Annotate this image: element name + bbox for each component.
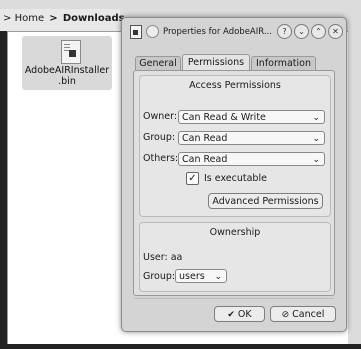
executable-label[interactable]: Is executable [204,173,267,184]
ownership-title: Ownership [209,227,261,238]
checkmark-icon: ✓ [188,173,197,184]
dialog-title: Properties for AdobeAIR... [163,27,272,37]
breadcrumb-separator: > [49,13,58,24]
close-button[interactable]: ✕ [328,24,343,39]
window-edge [0,31,7,349]
properties-dialog: Properties for AdobeAIR... ? ⌄ ⌃ ✕ Gener… [121,17,347,332]
access-permissions-group: Access Permissions Owner: Can Read & Wri… [139,75,331,217]
minimize-button[interactable]: ⌄ [294,24,309,39]
owner-permission-select[interactable]: Can Read & Write ⌄ [178,110,325,124]
breadcrumb-current[interactable]: Downloads [63,13,125,24]
tab-permissions[interactable]: Permissions [182,54,250,71]
access-permissions-title: Access Permissions [189,80,281,91]
divider [134,298,334,299]
ownership-group-label: Group: [143,271,176,282]
breadcrumb-home[interactable]: Home [15,13,45,24]
executable-checkbox[interactable]: ✓ [186,172,199,185]
breadcrumb-arrow-icon[interactable]: > [3,13,11,24]
window-edge [0,344,361,349]
others-label: Others: [143,153,179,164]
tab-general[interactable]: General [135,56,181,70]
chevron-down-icon: ⌄ [312,134,320,144]
dialog-titlebar[interactable]: Properties for AdobeAIR... ? ⌄ ⌃ ✕ [122,18,346,46]
tab-information[interactable]: Information [251,56,316,70]
permissions-panel: Access Permissions Owner: Can Read & Wri… [133,70,335,296]
cancel-icon: ⊘ [281,310,290,320]
file-name: AdobeAIRInstaller .bin [24,65,110,87]
ownership-group-select[interactable]: users ⌄ [175,269,227,283]
maximize-button[interactable]: ⌃ [311,24,326,39]
advanced-permissions-button[interactable]: Advanced Permissions [208,193,323,209]
others-permission-select[interactable]: Can Read ⌄ [178,152,325,166]
chevron-down-icon: ⌄ [312,113,320,123]
group-permission-select[interactable]: Can Read ⌄ [178,131,325,145]
cancel-button[interactable]: ⊘ Cancel [270,306,336,322]
binary-file-icon [61,40,81,64]
app-icon[interactable] [130,25,142,39]
checkmark-icon: ✔ [227,310,235,320]
chevron-down-icon: ⌄ [214,272,222,282]
breadcrumb: > Home > Downloads [3,13,125,24]
pin-icon[interactable] [146,25,159,38]
file-item[interactable]: AdobeAIRInstaller .bin [22,36,112,90]
owner-label: Owner: [143,111,178,122]
user-value: User: aa [143,252,183,263]
chevron-down-icon: ⌄ [312,155,320,165]
ownership-group: Ownership User: aa Group: users ⌄ [139,222,331,292]
group-label: Group: [143,132,176,143]
ok-button[interactable]: ✔ OK [214,306,265,322]
help-button[interactable]: ? [277,24,292,39]
